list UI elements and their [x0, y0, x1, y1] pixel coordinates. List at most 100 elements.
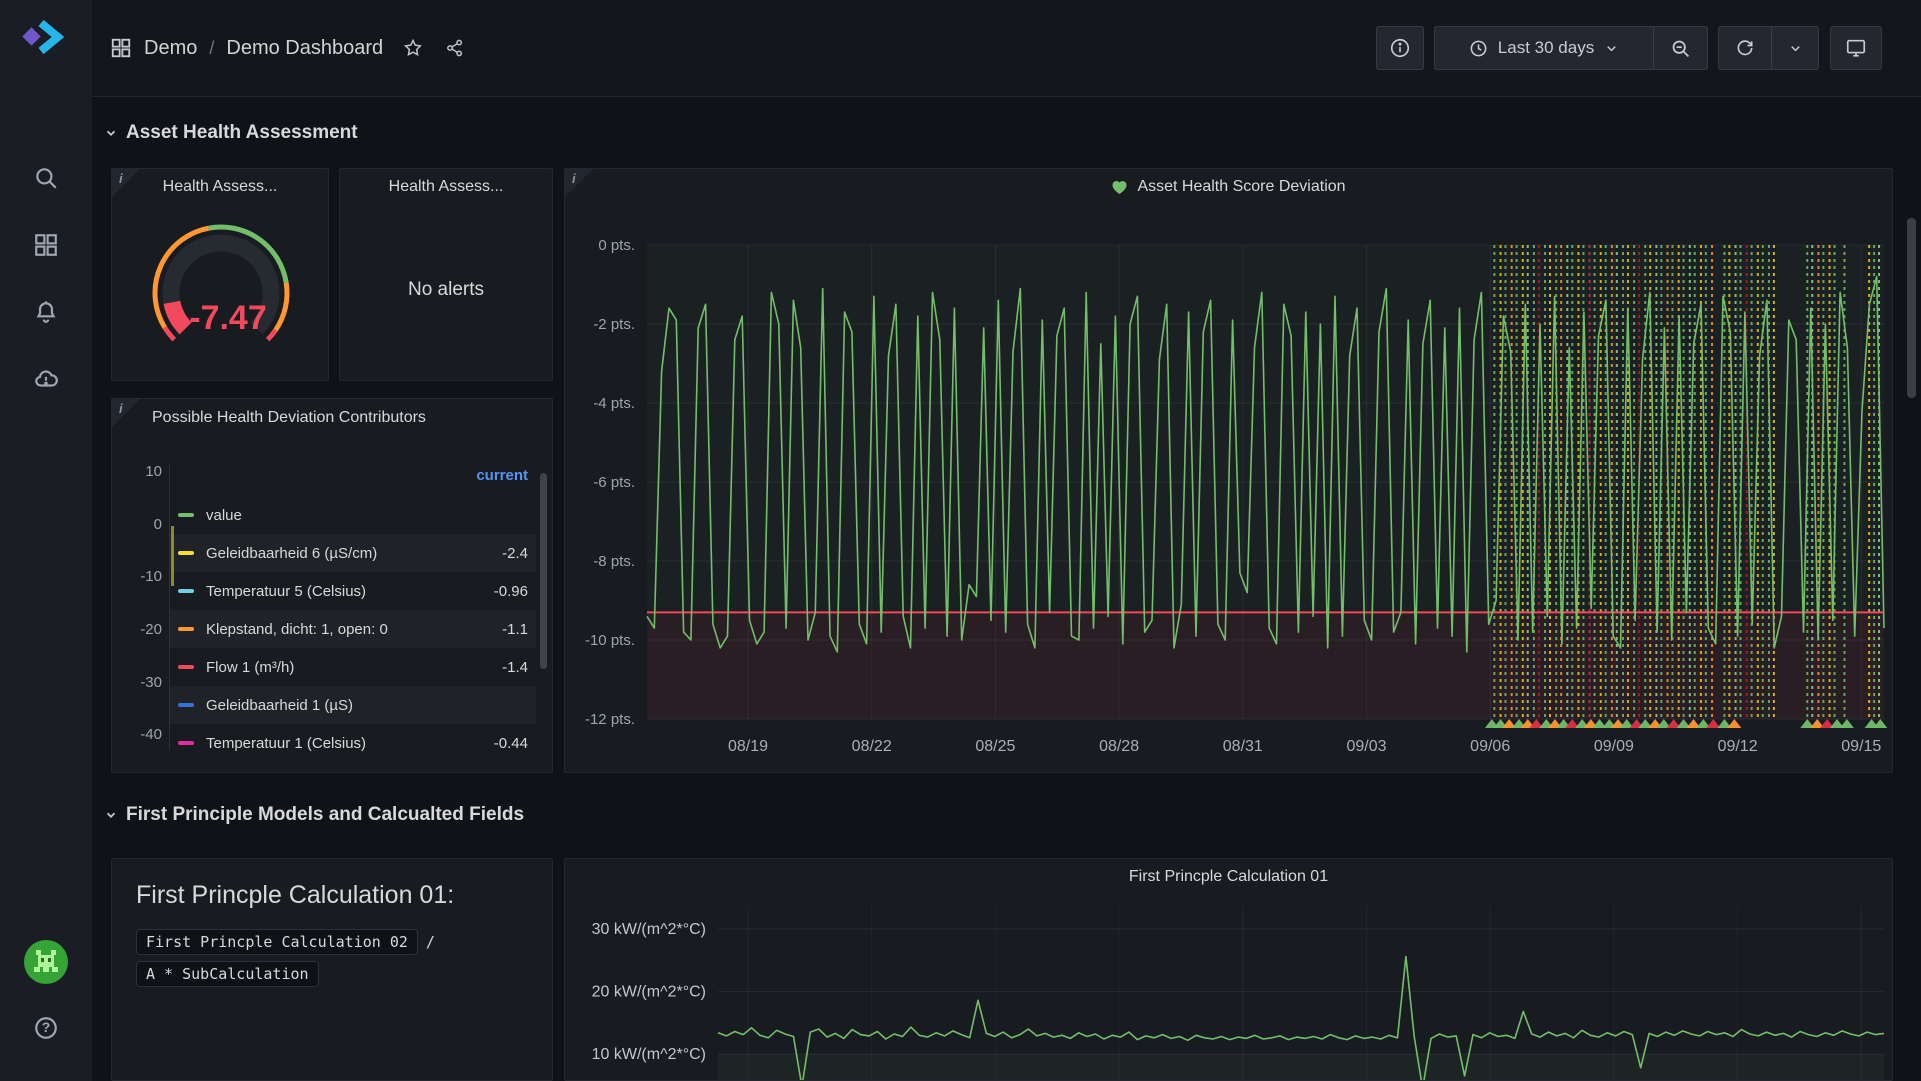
clock-icon — [1469, 39, 1488, 58]
svg-text:09/06: 09/06 — [1470, 738, 1510, 755]
page-scrollbar-thumb[interactable] — [1907, 218, 1916, 398]
no-alerts-message: No alerts — [340, 199, 552, 380]
cloud-alert-icon[interactable] — [33, 366, 59, 392]
legend-label: Klepstand, dicht: 1, open: 0 — [206, 621, 473, 638]
time-range-picker[interactable]: Last 30 days — [1435, 27, 1653, 69]
svg-text:10 kW/(m^2*°C): 10 kW/(m^2*°C) — [592, 1046, 706, 1063]
legend-row[interactable]: Geleidbaarheid 1 (µS) — [170, 686, 536, 724]
svg-text:-7.47: -7.47 — [189, 299, 267, 337]
breadcrumb: Demo / Demo Dashboard — [110, 0, 465, 96]
calc-time-series-chart[interactable]: 30 kW/(m^2*°C)20 kW/(m^2*°C)10 kW/(m^2*°… — [565, 859, 1894, 1080]
series-color-swatch — [178, 703, 194, 707]
legend-label: Geleidbaarheid 6 (µS/cm) — [206, 545, 473, 562]
y-tick: 10 — [112, 463, 162, 480]
panel-calc-text: First Princple Calculation 01: First Pri… — [111, 858, 553, 1081]
legend-value: -1.4 — [473, 659, 528, 676]
alerting-bell-icon[interactable] — [33, 299, 59, 325]
panel-calc-chart: First Princple Calculation 01 30 kW/(m^2… — [564, 858, 1893, 1081]
user-avatar[interactable] — [24, 940, 68, 984]
logo-diamond — [22, 27, 40, 45]
search-icon[interactable] — [33, 165, 59, 191]
svg-text:-6 pts.: -6 pts. — [593, 474, 635, 491]
legend-row[interactable]: Temperatuur 5 (Celsius)-0.96 — [170, 572, 536, 610]
legend-row[interactable]: Klepstand, dicht: 1, open: 0-1.1 — [170, 610, 536, 648]
grafana-logo[interactable] — [22, 16, 68, 58]
dashboards-icon[interactable] — [33, 232, 59, 258]
series-color-swatch — [178, 741, 194, 745]
svg-text:09/15: 09/15 — [1841, 738, 1881, 755]
panel-title[interactable]: Health Assess... — [370, 178, 522, 196]
panel-info-corner[interactable] — [112, 169, 140, 197]
legend-scrollbar-thumb[interactable] — [540, 473, 547, 669]
legend-label: Geleidbaarheid 1 (µS) — [206, 697, 473, 714]
time-zoom-out-button[interactable] — [1654, 27, 1707, 69]
svg-text:09/12: 09/12 — [1718, 738, 1758, 755]
legend-label: value — [206, 507, 473, 524]
time-range-label: Last 30 days — [1498, 38, 1594, 58]
svg-text:08/28: 08/28 — [1099, 738, 1139, 755]
health-gauge-chart[interactable]: -7.47 — [122, 201, 320, 376]
legend-row[interactable]: Flow 1 (m³/h)-1.4 — [170, 648, 536, 686]
legend-value: -0.44 — [473, 735, 528, 752]
y-tick: -40 — [112, 726, 162, 743]
svg-text:-12 pts.: -12 pts. — [585, 711, 635, 728]
collapse-chevron-icon — [104, 126, 118, 140]
panel-info-button[interactable] — [1376, 26, 1424, 70]
collapse-chevron-icon — [104, 808, 118, 822]
help-icon[interactable]: ? — [33, 1015, 59, 1041]
sidebar: ? — [0, 0, 92, 1081]
breadcrumb-page[interactable]: Demo Dashboard — [226, 37, 383, 60]
legend-row[interactable]: Temperatuur 1 (Celsius)-0.44 — [170, 724, 536, 762]
svg-text:-2 pts.: -2 pts. — [593, 316, 635, 333]
panel-info-corner[interactable] — [112, 399, 140, 427]
refresh-interval-button[interactable] — [1772, 27, 1818, 69]
calc-code-chip: A * SubCalculation — [136, 961, 319, 987]
svg-text:08/22: 08/22 — [852, 738, 892, 755]
breadcrumb-section[interactable]: Demo — [144, 37, 197, 60]
svg-text:0 pts.: 0 pts. — [598, 237, 635, 254]
refresh-group — [1718, 26, 1819, 70]
legend-row[interactable]: Geleidbaarheid 6 (µS/cm)-2.4 — [170, 534, 536, 572]
panel-health-score-deviation: i Asset Health Score Deviation 0 pts.-2 … — [564, 168, 1893, 773]
top-navbar: Demo / Demo Dashboard Last 30 days — [92, 0, 1921, 97]
info-circle-icon — [1389, 37, 1411, 59]
legend-row[interactable]: value — [170, 496, 536, 534]
svg-text:-10 pts.: -10 pts. — [585, 632, 635, 649]
refresh-button[interactable] — [1719, 27, 1771, 69]
panel-health-contributors: i Possible Health Deviation Contributors… — [111, 398, 553, 773]
section-title: First Principle Models and Calcualted Fi… — [126, 804, 524, 826]
logo-arrow — [41, 23, 58, 51]
y-tick: 0 — [112, 516, 162, 533]
svg-text:-8 pts.: -8 pts. — [593, 553, 635, 570]
svg-text:08/25: 08/25 — [975, 738, 1015, 755]
panel-health-alerts: Health Assess... No alerts — [339, 168, 553, 381]
svg-text:09/09: 09/09 — [1594, 738, 1634, 755]
y-tick: -10 — [112, 568, 162, 585]
series-color-swatch — [178, 665, 194, 669]
svg-text:08/19: 08/19 — [728, 738, 768, 755]
section-asset-health[interactable]: Asset Health Assessment — [104, 122, 358, 144]
series-color-swatch — [178, 551, 194, 555]
legend-label: Temperatuur 5 (Celsius) — [206, 583, 473, 600]
deviation-time-series-chart[interactable]: 0 pts.-2 pts.-4 pts.-6 pts.-8 pts.-10 pt… — [565, 169, 1894, 774]
star-icon[interactable] — [403, 38, 423, 58]
series-color-swatch — [178, 589, 194, 593]
panel-title[interactable]: Health Assess... — [142, 178, 298, 196]
chevron-down-icon — [1788, 41, 1803, 56]
dashboard-grid-icon[interactable] — [110, 37, 132, 59]
svg-text:08/31: 08/31 — [1223, 738, 1263, 755]
legend-sort-current[interactable]: current — [170, 467, 528, 484]
share-icon[interactable] — [445, 38, 465, 58]
monitor-icon — [1845, 37, 1867, 59]
legend-label: Flow 1 (m³/h) — [206, 659, 473, 676]
calc-heading: First Princple Calculation 01: — [136, 881, 454, 910]
section-first-principle[interactable]: First Principle Models and Calcualted Fi… — [104, 804, 524, 826]
time-range-group: Last 30 days — [1434, 26, 1708, 70]
panel-title[interactable]: Possible Health Deviation Contributors — [152, 409, 426, 427]
info-corner-icon: i — [119, 401, 123, 416]
legend-value: -1.1 — [473, 621, 528, 638]
y-tick: -30 — [112, 674, 162, 691]
chevron-down-icon — [1604, 41, 1619, 56]
info-corner-icon: i — [119, 171, 123, 186]
kiosk-mode-button[interactable] — [1830, 26, 1882, 70]
